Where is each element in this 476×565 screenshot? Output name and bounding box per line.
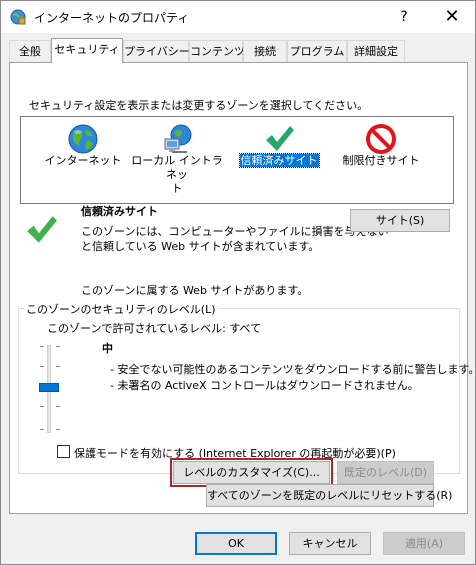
zone-trusted-sites[interactable]: 信頼済みサイト [231,117,327,187]
internet-properties-dialog: インターネットのプロパティ ? ✕ 全般 セキュリティ プライバシー コンテンツ… [0,0,476,565]
sites-button[interactable]: サイト(S) [350,209,450,232]
zone-restricted-sites-label: 制限付きサイト [342,154,420,167]
allowed-level-text: このゾーンで許可されているレベル: すべて [47,322,262,335]
zone-local-intranet-label: ローカル イントラネッ ト [127,154,227,196]
zone-instruction: セキュリティ設定を表示または変更するゾーンを選択してください。 [29,99,369,112]
close-button[interactable]: ✕ [429,1,475,33]
zone-trusted-sites-label: 信頼済みサイト [238,153,320,168]
level-description-bullet-2: - 未署名の ActiveX コントロールはダウンロードされません。 [110,379,419,392]
title-bar: インターネットのプロパティ ? ✕ [1,1,475,33]
help-button[interactable]: ? [381,1,427,33]
security-tab-panel: セキュリティ設定を表示または変更するゾーンを選択してください。 インターネット [9,62,476,514]
security-level-legend: このゾーンのセキュリティのレベル(L) [24,301,218,317]
ok-button[interactable]: OK [195,532,277,555]
slider-tick [56,366,60,367]
tab-programs[interactable]: プログラム [287,40,347,62]
zone-detail-description-line1: このゾーンには、コンピューターやファイルに損害を与えない [81,225,389,238]
default-level-button[interactable]: 既定のレベル(D) [337,461,434,484]
cancel-button[interactable]: キャンセル [289,532,371,555]
slider-tick [56,346,60,347]
protected-mode-label[interactable]: 保護モードを有効にする (Internet Explorer の再起動が必要)(… [74,445,396,461]
zone-local-intranet[interactable]: ローカル イントラネッ ト [127,117,227,195]
protected-mode-checkbox[interactable] [57,445,70,458]
tab-privacy[interactable]: プライバシー [123,40,190,62]
reset-all-zones-button[interactable]: すべてのゾーンを既定のレベルにリセットする(R) [206,484,452,507]
tab-general[interactable]: 全般 [9,40,51,62]
security-level-slider-thumb[interactable] [39,383,59,392]
trusted-zone-large-checkmark-icon [24,213,58,250]
zone-detail-description-line2: と信頼している Web サイトが含まれています。 [81,240,320,253]
zone-internet[interactable]: インターネット [39,117,127,187]
custom-level-button[interactable]: レベルのカスタマイズ(C)... [170,458,333,487]
security-level-name: 中 [102,342,113,355]
slider-tick [40,366,44,367]
tab-connections[interactable]: 接続 [243,40,287,62]
internet-options-icon [10,9,26,25]
window-title: インターネットのプロパティ [34,11,190,25]
zone-local-intranet-label-line2: ト [171,182,183,195]
zone-detail-title: 信頼済みサイト [81,205,158,218]
zone-local-intranet-label-line1: ローカル イントラネッ [131,154,223,181]
sites-note: このゾーンに属する Web サイトがあります。 [81,284,309,297]
zone-list: インターネット ローカル イントラネッ ト 信頼済みサイト 制限付きサイト [20,116,454,204]
slider-tick [56,429,60,430]
slider-tick [40,346,44,347]
intranet-icon [161,123,193,158]
tab-advanced[interactable]: 詳細設定 [347,40,405,62]
apply-button[interactable]: 適用(A) [383,532,465,555]
slider-tick [56,406,60,407]
tab-security[interactable]: セキュリティ [51,38,123,63]
slider-tick [40,406,44,407]
slider-tick [40,429,44,430]
zone-internet-label: インターネット [44,154,122,167]
tab-content[interactable]: コンテンツ [189,40,245,62]
globe-icon [67,123,99,158]
level-description-bullet-1: - 安全でない可能性のあるコンテンツをダウンロードする前に警告します。 [110,363,476,376]
restricted-icon [365,123,397,158]
zone-restricted-sites[interactable]: 制限付きサイト [333,117,429,187]
checkmark-icon [263,123,295,158]
